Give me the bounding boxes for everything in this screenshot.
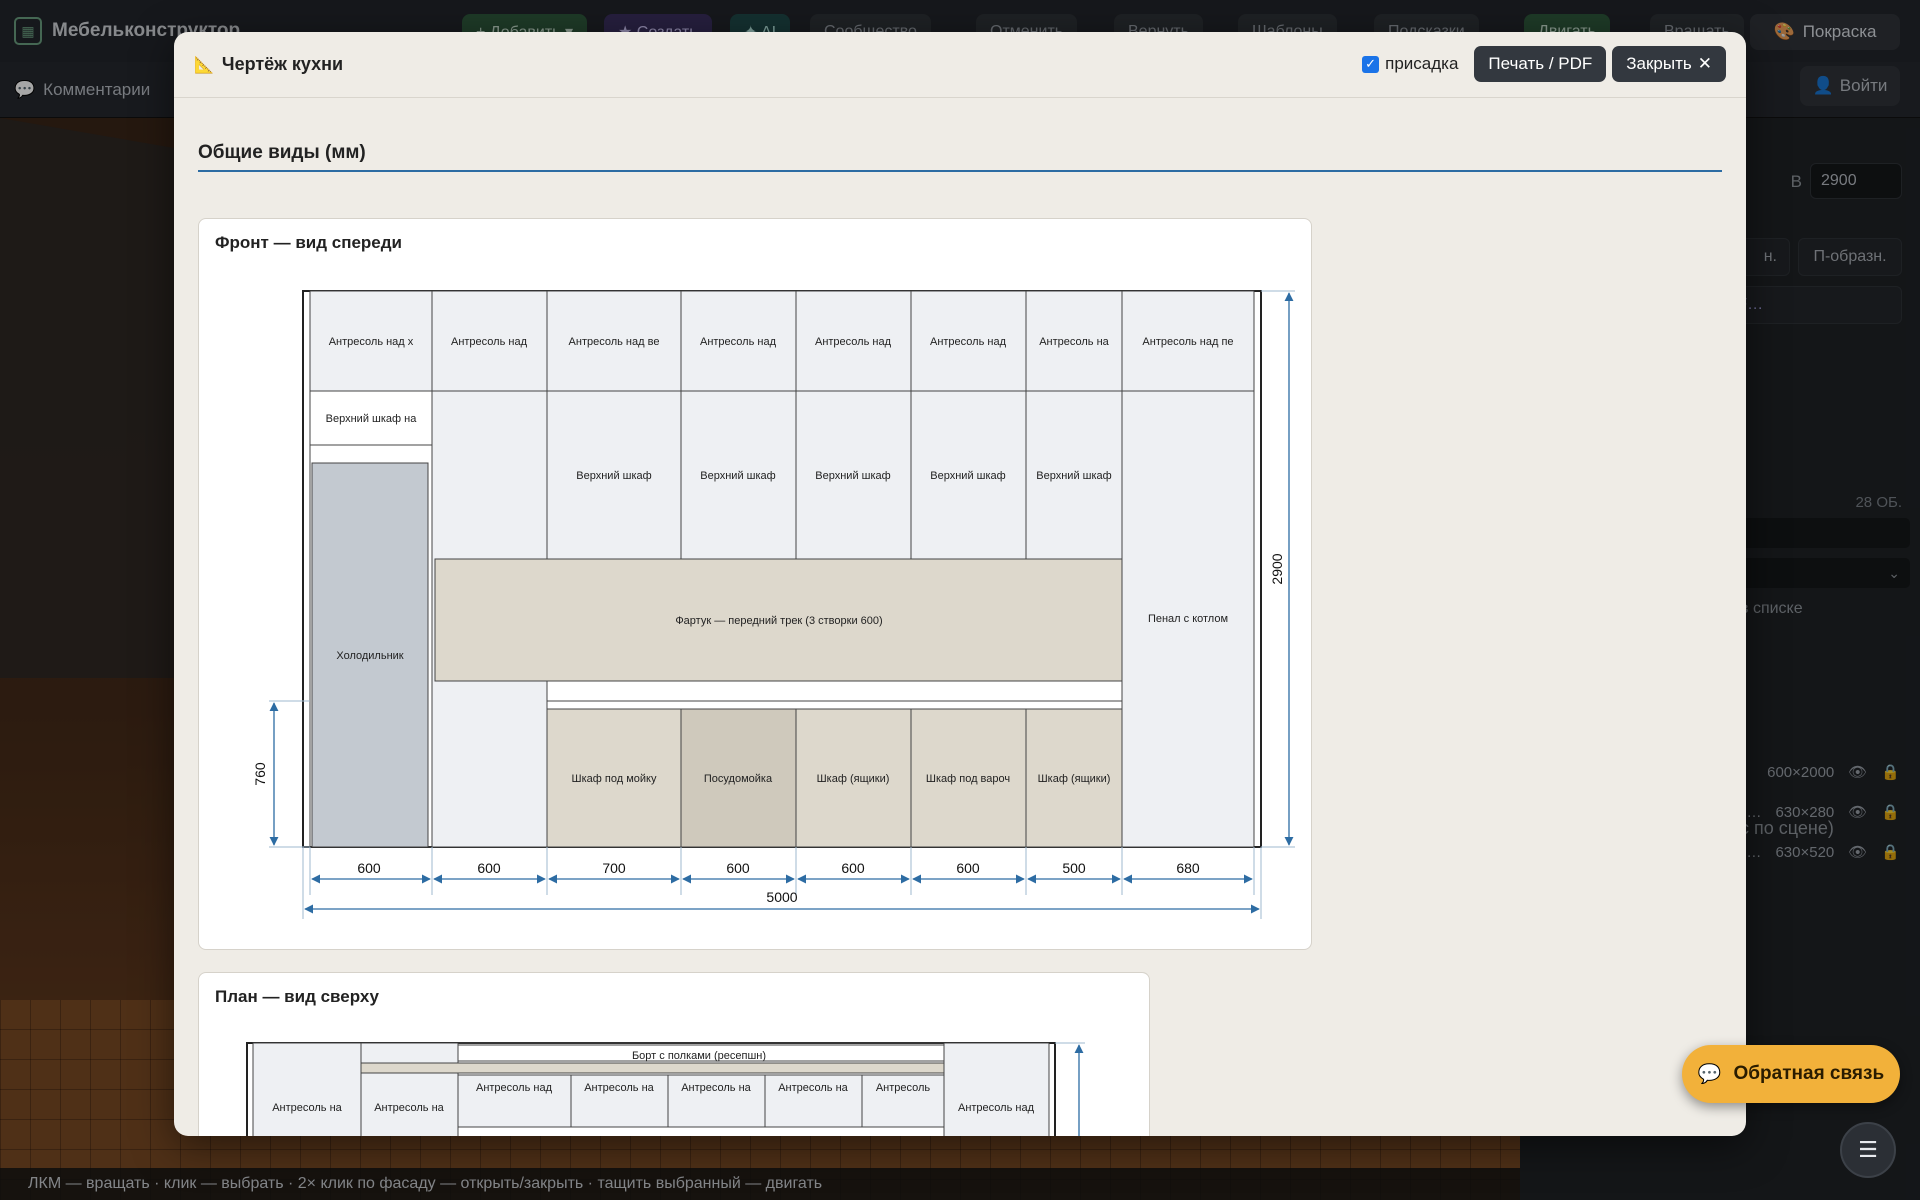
mezzanine-label: Антресоль над — [451, 336, 528, 348]
modal-title: Чертёж кухни — [221, 54, 344, 74]
upper-label: Верхний шкаф — [1036, 470, 1111, 482]
plan-label: Антресоль на — [272, 1102, 342, 1114]
drilling-toggle[interactable]: ✓ присадка — [1362, 54, 1458, 74]
lower-label: Шкаф (ящики) — [817, 773, 890, 785]
width-label: 600 — [956, 860, 980, 876]
kitchen-drawing-modal: 📐 Чертёж кухни ✓ присадка Печать / PDF З… — [174, 32, 1746, 1136]
base-height-label: 760 — [252, 762, 268, 786]
mezzanine-label: Антресоль над — [815, 336, 892, 348]
close-label: Закрыть — [1626, 54, 1692, 73]
upper-label: Верхний шкаф — [815, 470, 890, 482]
width-label: 600 — [477, 860, 501, 876]
width-label: 680 — [1176, 860, 1200, 876]
feedback-label: Обратная связь — [1733, 1063, 1885, 1084]
extension-lines — [302, 847, 1262, 919]
countertop — [546, 700, 1123, 710]
upper-left-label: Верхний шкаф на — [326, 413, 418, 425]
plan-label: Антресоль на — [584, 1082, 654, 1094]
upper-row: Верхний шкаф Верхний шкаф Верхний шкаф В… — [546, 390, 1123, 560]
upper-label: Верхний шкаф — [576, 470, 651, 482]
front-view-card: Фронт — вид спереди Антресоль над х Антр… — [198, 218, 1312, 950]
mezzanine-label: Антресоль на — [1039, 336, 1109, 348]
height-label: 2900 — [1269, 553, 1285, 584]
total-width-label: 5000 — [766, 889, 797, 905]
upper-label: Верхний шкаф — [930, 470, 1005, 482]
plan-view-drawing: Борт с полками (ресепшн) Антресоль на Ан… — [246, 1042, 1085, 1136]
front-view-drawing: Антресоль над х Антресоль над Антресоль … — [252, 290, 1295, 919]
plan-label: Антресоль на — [374, 1102, 444, 1114]
feedback-button[interactable]: 💬 Обратная связь — [1682, 1045, 1900, 1103]
lower-label: Шкаф под мойку — [572, 773, 657, 785]
mezzanine-label: Антресоль над х — [329, 336, 414, 348]
width-label: 600 — [726, 860, 750, 876]
checkbox-checked-icon[interactable]: ✓ — [1362, 55, 1380, 73]
width-label: 600 — [841, 860, 865, 876]
plan-shelf-label: Борт с полками (ресепшн) — [632, 1050, 766, 1062]
mezzanine-row: Антресоль над х Антресоль над Антресоль … — [309, 290, 1255, 392]
plan-label: Антресоль на — [681, 1082, 751, 1094]
fridge-label: Холодильник — [336, 650, 403, 662]
width-label: 600 — [357, 860, 381, 876]
section-divider — [198, 170, 1722, 172]
modal-header: 📐 Чертёж кухни ✓ присадка Печать / PDF З… — [174, 32, 1746, 98]
mezzanine-label: Антресоль над пе — [1142, 336, 1233, 348]
plan-label: Антресоль над — [958, 1102, 1035, 1114]
ruler-icon: 📐 — [194, 56, 214, 74]
section-title: Общие виды (мм) — [198, 142, 366, 163]
apron-label: Фартук — передний трек (3 створки 600) — [675, 615, 882, 627]
plan-apron — [360, 1062, 945, 1074]
menu-button[interactable]: ☰ — [1840, 1122, 1896, 1178]
lower-row: Шкаф под мойку Посудомойка Шкаф (ящики) … — [546, 708, 1123, 848]
plan-mezzanine-cell — [252, 1042, 362, 1136]
mezzanine-label: Антресоль над — [930, 336, 1007, 348]
mezzanine-label: Антресоль над — [700, 336, 777, 348]
modal-actions: ✓ присадка Печать / PDF Закрыть ✕ — [1362, 46, 1726, 82]
print-pdf-button[interactable]: Печать / PDF — [1474, 46, 1607, 82]
mezzanine-label: Антресоль над ве — [569, 336, 660, 348]
plan-label: Антресоль над — [476, 1082, 553, 1094]
lower-label: Шкаф под вароч — [926, 773, 1010, 785]
width-label: 700 — [602, 860, 626, 876]
lower-label: Посудомойка — [704, 773, 773, 785]
hamburger-icon: ☰ — [1858, 1137, 1878, 1162]
drilling-label: присадка — [1385, 54, 1459, 73]
modal-body[interactable]: Общие виды (мм) Фронт — вид спереди Антр… — [174, 98, 1746, 1136]
plan-mezzanine-cell — [360, 1042, 459, 1136]
width-labels: 600 600 700 600 600 600 500 680 5000 — [357, 860, 1200, 905]
plan-mezzanine-cell — [943, 1042, 1050, 1136]
plan-label: Антресоль — [876, 1082, 931, 1094]
close-icon: ✕ — [1697, 54, 1712, 73]
lower-label: Шкаф (ящики) — [1038, 773, 1111, 785]
plan-label: Антресоль на — [778, 1082, 848, 1094]
plan-view-card: План — вид сверху Борт с полками (ресепш… — [198, 972, 1150, 1136]
tall-label: Пенал с котлом — [1148, 613, 1228, 625]
width-label: 500 — [1062, 860, 1086, 876]
upper-label: Верхний шкаф — [700, 470, 775, 482]
close-button[interactable]: Закрыть ✕ — [1612, 46, 1726, 82]
chat-icon: 💬 — [1697, 1064, 1722, 1085]
